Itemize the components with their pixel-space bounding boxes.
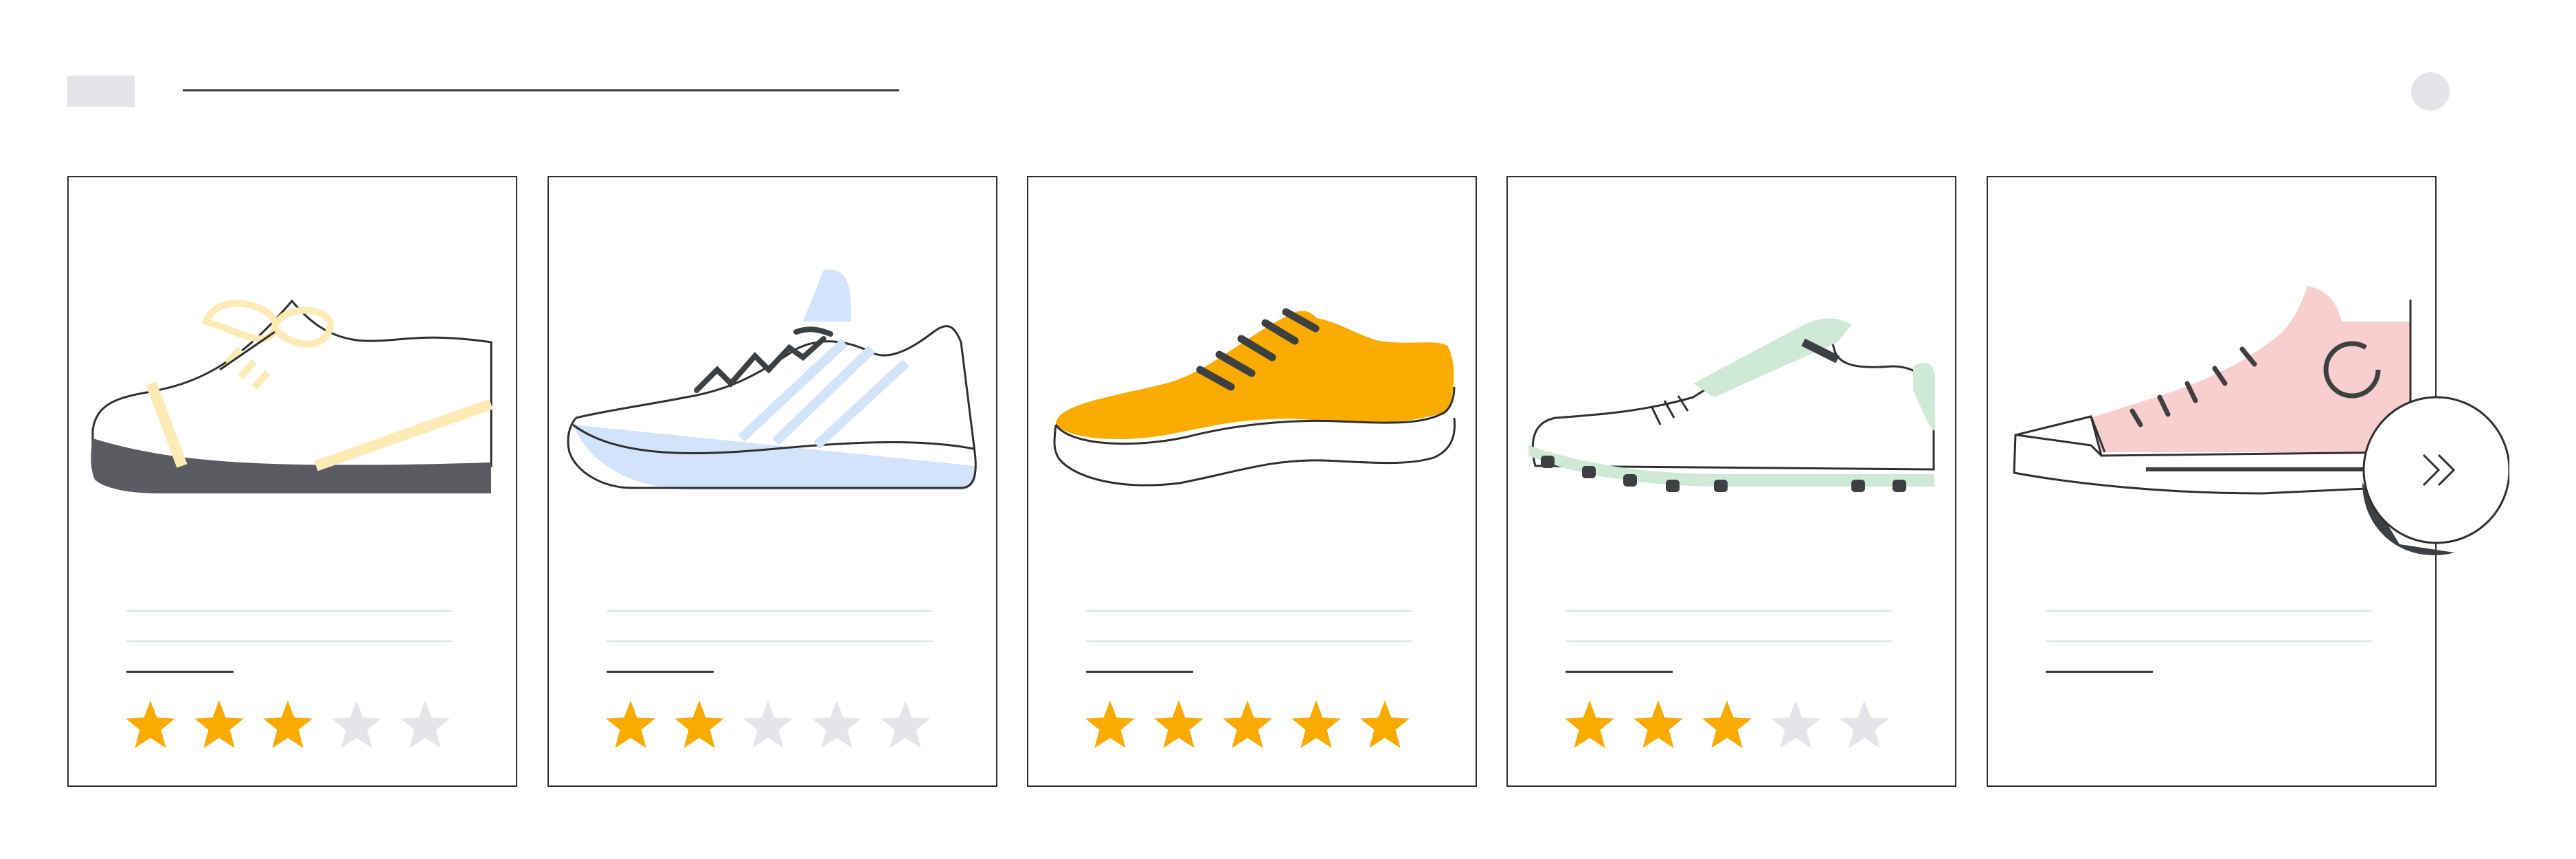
star-filled-icon bbox=[126, 700, 175, 748]
user-avatar-icon[interactable] bbox=[2411, 72, 2450, 111]
description-line bbox=[1566, 640, 1892, 642]
product-card-3[interactable] bbox=[1027, 176, 1477, 787]
title-placeholder-line bbox=[183, 89, 899, 91]
star-empty-icon bbox=[812, 700, 861, 748]
product-card-2[interactable] bbox=[547, 176, 997, 787]
star-filled-icon bbox=[1702, 700, 1752, 748]
rating-stars bbox=[124, 698, 452, 759]
description-line bbox=[1566, 610, 1892, 612]
star-filled-icon bbox=[1154, 700, 1204, 748]
green-cleat-image bbox=[1528, 318, 1935, 492]
rating-stars bbox=[1083, 698, 1412, 759]
orange-sneaker-image bbox=[1053, 308, 1456, 487]
star-filled-icon bbox=[263, 700, 313, 748]
price-line bbox=[2046, 671, 2153, 673]
star-empty-icon bbox=[332, 700, 381, 748]
star-empty-icon bbox=[743, 700, 793, 748]
description-line bbox=[126, 610, 453, 612]
price-line bbox=[1566, 671, 1673, 673]
star-empty-icon bbox=[400, 700, 450, 748]
star-filled-icon bbox=[675, 700, 724, 748]
blue-running-shoe-image bbox=[567, 269, 977, 490]
description-line bbox=[2046, 640, 2372, 642]
star-empty-icon bbox=[1840, 700, 1889, 748]
star-filled-icon bbox=[1360, 700, 1410, 748]
price-line bbox=[126, 671, 234, 673]
star-filled-icon bbox=[1565, 700, 1614, 748]
price-line bbox=[1086, 671, 1193, 673]
logo-placeholder[interactable] bbox=[67, 76, 135, 107]
price-line bbox=[607, 671, 714, 673]
star-filled-icon bbox=[1634, 700, 1683, 748]
star-filled-icon bbox=[1085, 700, 1135, 748]
star-empty-icon bbox=[1771, 700, 1820, 748]
star-empty-icon bbox=[881, 700, 930, 748]
description-line bbox=[1086, 640, 1412, 642]
star-filled-icon bbox=[194, 700, 244, 748]
rating-stars bbox=[1563, 698, 1891, 759]
description-line bbox=[126, 640, 453, 642]
description-line bbox=[607, 640, 933, 642]
description-line bbox=[607, 610, 933, 612]
star-filled-icon bbox=[1223, 700, 1272, 748]
carousel-next-button[interactable] bbox=[2358, 393, 2509, 558]
description-line bbox=[2046, 610, 2372, 612]
yellow-sneaker-image bbox=[91, 299, 493, 493]
star-filled-icon bbox=[1291, 700, 1341, 748]
product-card-1[interactable] bbox=[67, 176, 517, 787]
rating-stars bbox=[604, 698, 932, 759]
star-filled-icon bbox=[606, 700, 655, 748]
product-card-4[interactable] bbox=[1506, 176, 1956, 787]
description-line bbox=[1086, 610, 1412, 612]
